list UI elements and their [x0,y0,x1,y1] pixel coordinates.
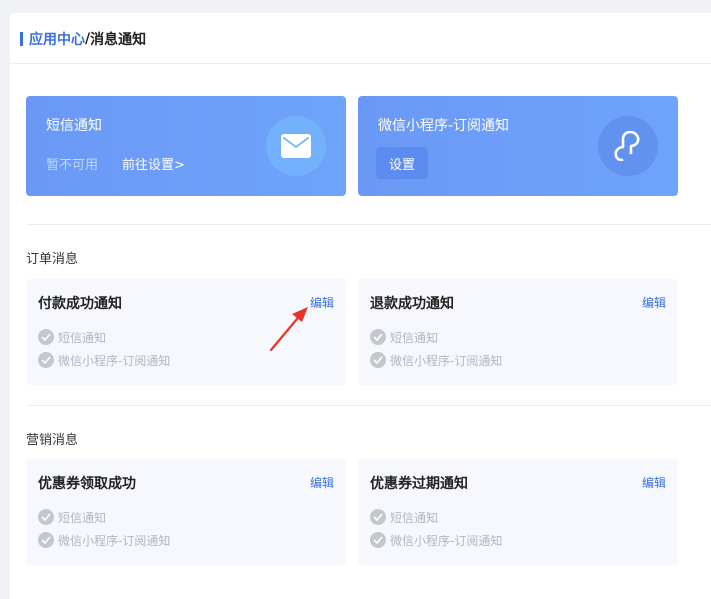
breadcrumb: 应用中心 / 消息通知 [20,27,146,51]
channel-wechat-title: 微信小程序-订阅通知 [378,118,510,134]
check-circle-icon [38,352,54,368]
channel-row-wechat: 微信小程序-订阅通知 [370,352,502,368]
channel-card-wechat: 微信小程序-订阅通知 设置 [358,96,678,196]
channel-label: 微信小程序-订阅通知 [58,353,171,368]
channel-label: 短信通知 [390,330,439,345]
channel-label: 短信通知 [58,330,107,345]
section-title-marketing: 营销消息 [26,433,79,448]
section-divider-order [26,224,711,225]
channel-row-wechat: 微信小程序-订阅通知 [370,532,502,548]
check-circle-icon [38,329,54,345]
channel-sms-settings-link[interactable]: 前往设置> [122,154,185,173]
message-card-title: 退款成功通知 [370,296,454,312]
message-card-title: 优惠券领取成功 [38,476,136,492]
annotation-arrow-icon [269,307,308,352]
channel-label: 短信通知 [58,510,107,525]
channel-row-sms: 短信通知 [370,509,438,525]
breadcrumb-current: 消息通知 [90,32,147,48]
channel-label: 微信小程序-订阅通知 [390,353,503,368]
channel-row-wechat: 微信小程序-订阅通知 [38,352,170,368]
channel-sms-status: 暂不可用 [46,158,99,173]
check-circle-icon [370,509,386,525]
channel-label: 微信小程序-订阅通知 [390,533,503,548]
page-container: 应用中心 / 消息通知 短信通知 暂不可用 前往设置> 微信小程序-订阅通知 设… [10,13,711,599]
message-card-title: 优惠券过期通知 [370,476,468,492]
message-card-title: 付款成功通知 [38,296,122,312]
check-circle-icon [370,532,386,548]
section-title-order: 订单消息 [26,252,79,267]
message-card-coupon-received: 优惠券领取成功 编辑 短信通知 微信小程序-订阅通知 [26,459,346,565]
message-card-refund-success: 退款成功通知 编辑 短信通知 微信小程序-订阅通知 [358,279,678,385]
check-circle-icon [370,329,386,345]
channel-row-sms: 短信通知 [38,509,106,525]
channel-label: 微信小程序-订阅通知 [58,533,171,548]
mail-icon [266,116,326,176]
mini-program-icon [598,116,658,176]
channel-row-sms: 短信通知 [370,329,438,345]
breadcrumb-accent-bar [20,32,23,46]
check-circle-icon [370,352,386,368]
edit-link[interactable]: 编辑 [310,474,334,491]
channel-wechat-settings-button[interactable]: 设置 [376,147,428,179]
channel-label: 短信通知 [390,510,439,525]
header-divider [10,63,711,64]
channel-row-sms: 短信通知 [38,329,106,345]
channel-card-sms: 短信通知 暂不可用 前往设置> [26,96,346,196]
check-circle-icon [38,532,54,548]
channel-row-wechat: 微信小程序-订阅通知 [38,532,170,548]
message-card-coupon-expired: 优惠券过期通知 编辑 短信通知 微信小程序-订阅通知 [358,459,678,565]
check-circle-icon [38,509,54,525]
channel-sms-title: 短信通知 [46,118,102,134]
section-divider-marketing [26,405,711,406]
edit-link[interactable]: 编辑 [310,294,334,311]
edit-link[interactable]: 编辑 [642,474,666,491]
breadcrumb-link-app-center[interactable]: 应用中心 [29,29,85,49]
edit-link[interactable]: 编辑 [642,294,666,311]
